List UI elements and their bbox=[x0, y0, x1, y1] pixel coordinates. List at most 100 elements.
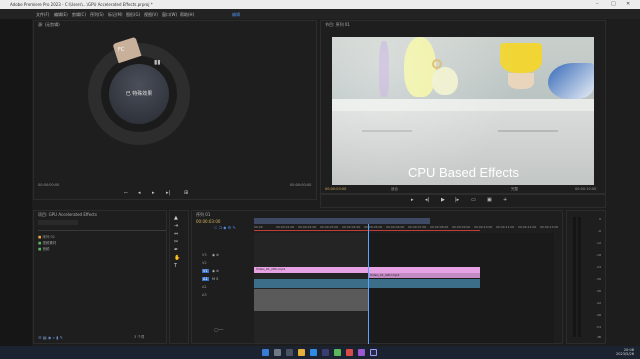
edge-icon[interactable] bbox=[310, 349, 317, 356]
menu-sequence[interactable]: 序列(S) bbox=[90, 12, 104, 18]
program-scrubber[interactable] bbox=[321, 193, 605, 195]
ruler-label: 00:00:13:00 bbox=[540, 225, 559, 229]
app-icon[interactable] bbox=[370, 349, 377, 356]
eye-icon[interactable]: ◉ ⊘ bbox=[212, 253, 219, 257]
step-forward-icon[interactable]: |▸ bbox=[455, 197, 459, 203]
meter-label: -54 bbox=[596, 325, 601, 329]
mute-icon[interactable]: M S bbox=[212, 277, 218, 281]
folder-icon: ■ bbox=[38, 235, 42, 239]
track-label-a2[interactable]: A2 bbox=[202, 285, 207, 289]
lift-icon[interactable]: ▭ bbox=[471, 197, 476, 203]
menu-window[interactable]: 窗口(W) bbox=[162, 12, 177, 18]
tools-panel: ▲ ⇥ ⇔ ✂ ✒ ✋ T bbox=[169, 210, 189, 344]
track-label-v1[interactable]: V1 bbox=[202, 269, 209, 273]
add-button-icon[interactable]: + bbox=[503, 197, 507, 203]
track-select-icon[interactable]: ⇥ bbox=[174, 223, 178, 229]
play-icon[interactable]: ▶ bbox=[441, 197, 445, 203]
program-monitor: 节目: 序列 01 CPU Based Effects 00:00:03:00 … bbox=[320, 20, 606, 208]
ruler-label: 00:00:11:00 bbox=[496, 225, 515, 229]
sequence-icon: ■ bbox=[38, 241, 42, 245]
sequence-area[interactable]: Video_01_CPU.mp4 Video_01_GPU.mp4 bbox=[254, 224, 554, 344]
track-label-a1[interactable]: A1 bbox=[202, 277, 209, 281]
workspace-tab-edit[interactable]: 编辑 bbox=[232, 12, 240, 18]
track-headers: V3 V2 V1 A1 A2 A3 ◉ ⊘ ◉ ⊘ M S bbox=[202, 253, 252, 313]
ruler-label: 00:00:08:00 bbox=[430, 225, 449, 229]
list-item[interactable]: ■ 序列 01 bbox=[38, 235, 55, 240]
menu-help[interactable]: 帮助(H) bbox=[180, 12, 194, 18]
step-back-icon[interactable]: ◂ bbox=[138, 190, 141, 196]
search-icon[interactable] bbox=[274, 349, 281, 356]
project-header: 项目: GPU Accelerated Effects bbox=[38, 212, 97, 217]
list-item[interactable]: ■ 视频素材 bbox=[38, 241, 56, 246]
ruler-label: 00:00 bbox=[254, 225, 263, 229]
meter-label: -30 bbox=[596, 277, 601, 281]
quality-dropdown[interactable]: 完整 bbox=[511, 187, 518, 192]
radial-menu-center[interactable]: 已 特殊效果 bbox=[109, 64, 169, 124]
track-label-v2[interactable]: V2 bbox=[202, 261, 207, 265]
divider bbox=[38, 230, 166, 231]
mark-in-icon[interactable]: ⌐ bbox=[124, 190, 128, 196]
list-item[interactable]: ■ 音频 bbox=[38, 247, 49, 252]
mark-in-icon[interactable]: ▸ bbox=[411, 197, 414, 203]
pen-tool-icon[interactable]: ✒ bbox=[174, 247, 178, 253]
menu-marker[interactable]: 标记(M) bbox=[108, 12, 123, 18]
track-label-a3[interactable]: A3 bbox=[202, 293, 207, 297]
video-overlay-text: CPU Based Effects bbox=[408, 165, 520, 180]
meter-label: -6 bbox=[598, 229, 601, 233]
ripple-edit-icon[interactable]: ⇔ bbox=[174, 231, 178, 237]
fit-dropdown[interactable]: 适合 bbox=[391, 187, 398, 192]
menu-file[interactable]: 文件(F) bbox=[36, 12, 49, 18]
minimize-button[interactable]: – bbox=[596, 1, 599, 7]
ruler-label: 00:00:12:00 bbox=[518, 225, 537, 229]
clip-v1-gpu[interactable]: Video_01_GPU.mp4 bbox=[368, 273, 480, 278]
close-button[interactable]: ✕ bbox=[626, 1, 630, 7]
program-header: 节目: 序列 01 bbox=[325, 22, 350, 27]
ruler-label: 00:00:03:00 bbox=[320, 225, 339, 229]
menu-view[interactable]: 视图(V) bbox=[144, 12, 158, 18]
menu-clip[interactable]: 剪辑(C) bbox=[72, 12, 86, 18]
zoom-slider-icon[interactable]: ◯── bbox=[214, 327, 223, 332]
ruler-label: 00:00:06:00 bbox=[386, 225, 405, 229]
clip-a1-audio[interactable] bbox=[254, 279, 480, 288]
search-input[interactable] bbox=[38, 220, 78, 225]
export-frame-icon[interactable]: ▣ bbox=[487, 197, 492, 203]
file-explorer-icon[interactable] bbox=[298, 349, 305, 356]
hand-tool-icon[interactable]: ✋ bbox=[174, 255, 180, 261]
premiere-icon[interactable] bbox=[358, 349, 365, 356]
lock-icon[interactable]: ◉ ⊘ bbox=[212, 269, 219, 273]
task-view-icon[interactable] bbox=[286, 349, 293, 356]
step-forward-icon[interactable]: ▸| bbox=[166, 190, 170, 196]
timeline-timecode[interactable]: 00:00:03:00 bbox=[196, 219, 220, 224]
system-tray[interactable]: 20:08 2023/5/26 bbox=[616, 348, 634, 356]
playhead[interactable] bbox=[368, 224, 369, 344]
type-tool-icon[interactable]: T bbox=[174, 263, 177, 269]
play-icon[interactable]: ▸ bbox=[152, 190, 155, 196]
maximize-button[interactable]: □ bbox=[611, 1, 616, 7]
razor-tool-icon[interactable]: ✂ bbox=[174, 239, 178, 245]
meter-bar-left bbox=[573, 217, 576, 337]
source-timecode-in: 00:00:00:00 bbox=[38, 183, 60, 187]
menu-edit[interactable]: 编辑(E) bbox=[54, 12, 68, 18]
track-label-v3[interactable]: V3 bbox=[202, 253, 207, 257]
radial-segment-label: FC bbox=[118, 47, 125, 53]
window-title: Adobe Premiere Pro 2023 - C:\Users\...\G… bbox=[10, 2, 153, 7]
selection-tool-icon[interactable]: ▲ bbox=[174, 215, 178, 221]
program-transport-controls: ▸ ◂| ▶ |▸ ▭ ▣ + bbox=[411, 197, 551, 205]
meter-label: -42 bbox=[596, 301, 601, 305]
menu-graphics[interactable]: 图形(G) bbox=[126, 12, 140, 18]
meter-label: -24 bbox=[596, 265, 601, 269]
insert-icon[interactable]: ⊞ bbox=[184, 190, 188, 196]
list-view-icon[interactable]: ☰ ▦ ◉ ⌕ ▮ ✎ bbox=[38, 335, 63, 340]
step-back-icon[interactable]: ◂| bbox=[425, 197, 429, 203]
ruler-label: 00:00:01:00 bbox=[276, 225, 295, 229]
program-video-frame: CPU Based Effects bbox=[332, 37, 594, 185]
start-icon[interactable] bbox=[262, 349, 269, 356]
meter-label: 0 bbox=[599, 217, 601, 221]
app-icon[interactable] bbox=[322, 349, 329, 356]
app-icon[interactable] bbox=[334, 349, 341, 356]
ruler-label: 00:00:09:00 bbox=[452, 225, 471, 229]
app-icon[interactable] bbox=[346, 349, 353, 356]
snap-icon[interactable]: ⊂ ⊐ ◆ ⚙ ✎ bbox=[214, 225, 236, 230]
left-dock-strip bbox=[0, 19, 32, 346]
meter-label: -18 bbox=[596, 253, 601, 257]
